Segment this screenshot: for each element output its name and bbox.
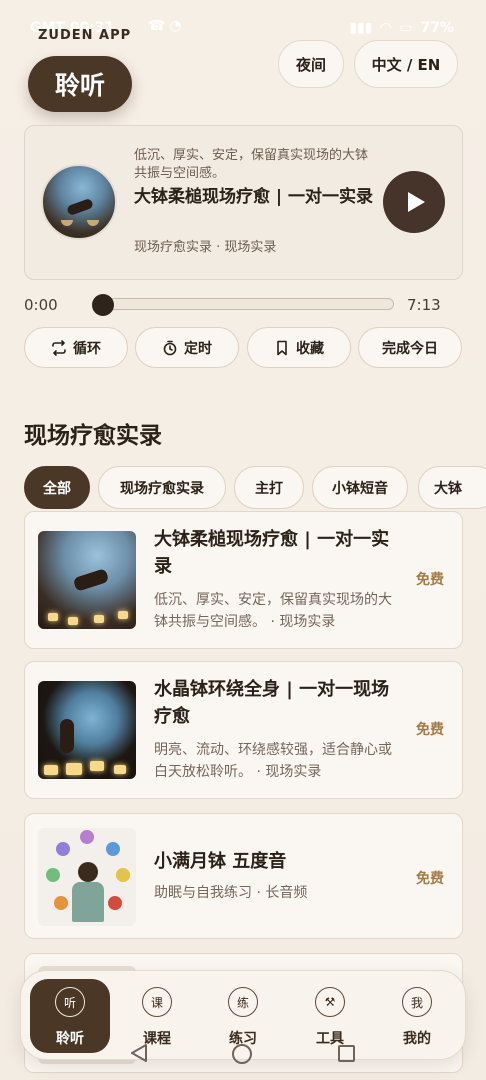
battery-level: 77%: [420, 20, 454, 36]
progress-track[interactable]: [96, 298, 394, 310]
night-mode-button[interactable]: 夜间: [278, 40, 344, 88]
timer-icon: [163, 340, 177, 355]
system-nav-bar: [0, 1042, 486, 1066]
track-card[interactable]: 小满月钵 五度音 助眠与自我练习 · 长音频 免费: [24, 813, 463, 939]
complete-today-label: 完成今日: [382, 340, 438, 357]
current-time: 0:00: [24, 296, 58, 314]
now-playing-cover: [41, 164, 117, 240]
track-description: 助眠与自我练习 · 长音频: [154, 885, 308, 901]
now-playing-description: 低沉、厚实、安定，保留真实现场的大钵共振与空间感。: [134, 148, 369, 181]
filter-chip-live[interactable]: 现场疗愈实录: [98, 466, 226, 509]
now-playing-title: 大钵柔槌现场疗愈 | 一对一实录: [134, 187, 374, 207]
section-title: 现场疗愈实录: [24, 423, 162, 449]
total-time: 7:13: [407, 296, 441, 314]
page-title: 聆听: [28, 56, 132, 112]
timer-button[interactable]: 定时: [135, 327, 239, 368]
play-button[interactable]: [383, 171, 445, 233]
practice-icon: 练: [228, 987, 258, 1017]
free-badge: 免费: [416, 871, 444, 887]
loop-button[interactable]: 循环: [24, 327, 128, 368]
back-icon[interactable]: [130, 1044, 148, 1062]
complete-today-button[interactable]: 完成今日: [358, 327, 462, 368]
recent-apps-icon[interactable]: [338, 1045, 355, 1062]
track-title: 小满月钵 五度音: [154, 851, 287, 872]
free-badge: 免费: [416, 722, 444, 738]
app-name: ZUDEN APP: [38, 28, 132, 43]
track-thumbnail: [38, 531, 136, 629]
play-icon: [408, 192, 425, 212]
track-thumbnail: [38, 681, 136, 779]
track-card[interactable]: 大钵柔槌现场疗愈 | 一对一实录 低沉、厚实、安定，保留真实现场的大钵共振与空间…: [24, 511, 463, 649]
bookmark-icon: [277, 340, 287, 355]
track-description: 低沉、厚实、安定，保留真实现场的大钵共振与空间感。 · 现场实录: [154, 592, 392, 630]
track-title: 水晶钵环绕全身 | 一对一现场疗愈: [154, 679, 390, 727]
signal-icon: ▮▮▮: [349, 20, 373, 36]
now-playing-meta: 现场疗愈实录 · 现场实录: [134, 240, 277, 255]
wifi-icon: ◠: [380, 20, 392, 36]
repeat-icon: [52, 339, 66, 356]
profile-icon: 我: [402, 987, 432, 1017]
favorite-button[interactable]: 收藏: [247, 327, 351, 368]
battery-icon: ▭: [399, 20, 413, 36]
home-icon[interactable]: [232, 1044, 252, 1064]
status-right: ▮▮▮ ◠ ▭ 77%: [349, 20, 454, 36]
now-playing-card[interactable]: 低沉、厚实、安定，保留真实现场的大钵共振与空间感。 大钵柔槌现场疗愈 | 一对一…: [24, 125, 463, 280]
notification-icons: ☎◔: [148, 18, 186, 34]
listen-icon: 听: [55, 987, 85, 1017]
filter-chips: 全部 现场疗愈实录 主打 小钵短音 大钵: [24, 466, 486, 510]
filter-chip-big-bowl[interactable]: 大钵: [418, 466, 486, 509]
timer-label: 定时: [184, 340, 212, 357]
free-badge: 免费: [416, 572, 444, 588]
courses-icon: 课: [142, 987, 172, 1017]
loop-label: 循环: [73, 340, 101, 357]
favorite-label: 收藏: [296, 340, 324, 357]
filter-chip-all[interactable]: 全部: [24, 466, 90, 509]
tools-icon: ⚒: [315, 987, 345, 1017]
track-title: 大钵柔槌现场疗愈 | 一对一实录: [154, 529, 390, 577]
filter-chip-small-bowl[interactable]: 小钵短音: [312, 466, 408, 509]
language-toggle-button[interactable]: 中文 / EN: [354, 40, 458, 88]
track-card[interactable]: 水晶钵环绕全身 | 一对一现场疗愈 明亮、流动、环绕感较强，适合静心或白天放松聆…: [24, 661, 463, 799]
filter-chip-featured[interactable]: 主打: [234, 466, 304, 509]
progress-thumb[interactable]: [92, 294, 114, 316]
track-description: 明亮、流动、环绕感较强，适合静心或白天放松聆听。 · 现场实录: [154, 742, 392, 780]
track-thumbnail: [38, 828, 136, 926]
